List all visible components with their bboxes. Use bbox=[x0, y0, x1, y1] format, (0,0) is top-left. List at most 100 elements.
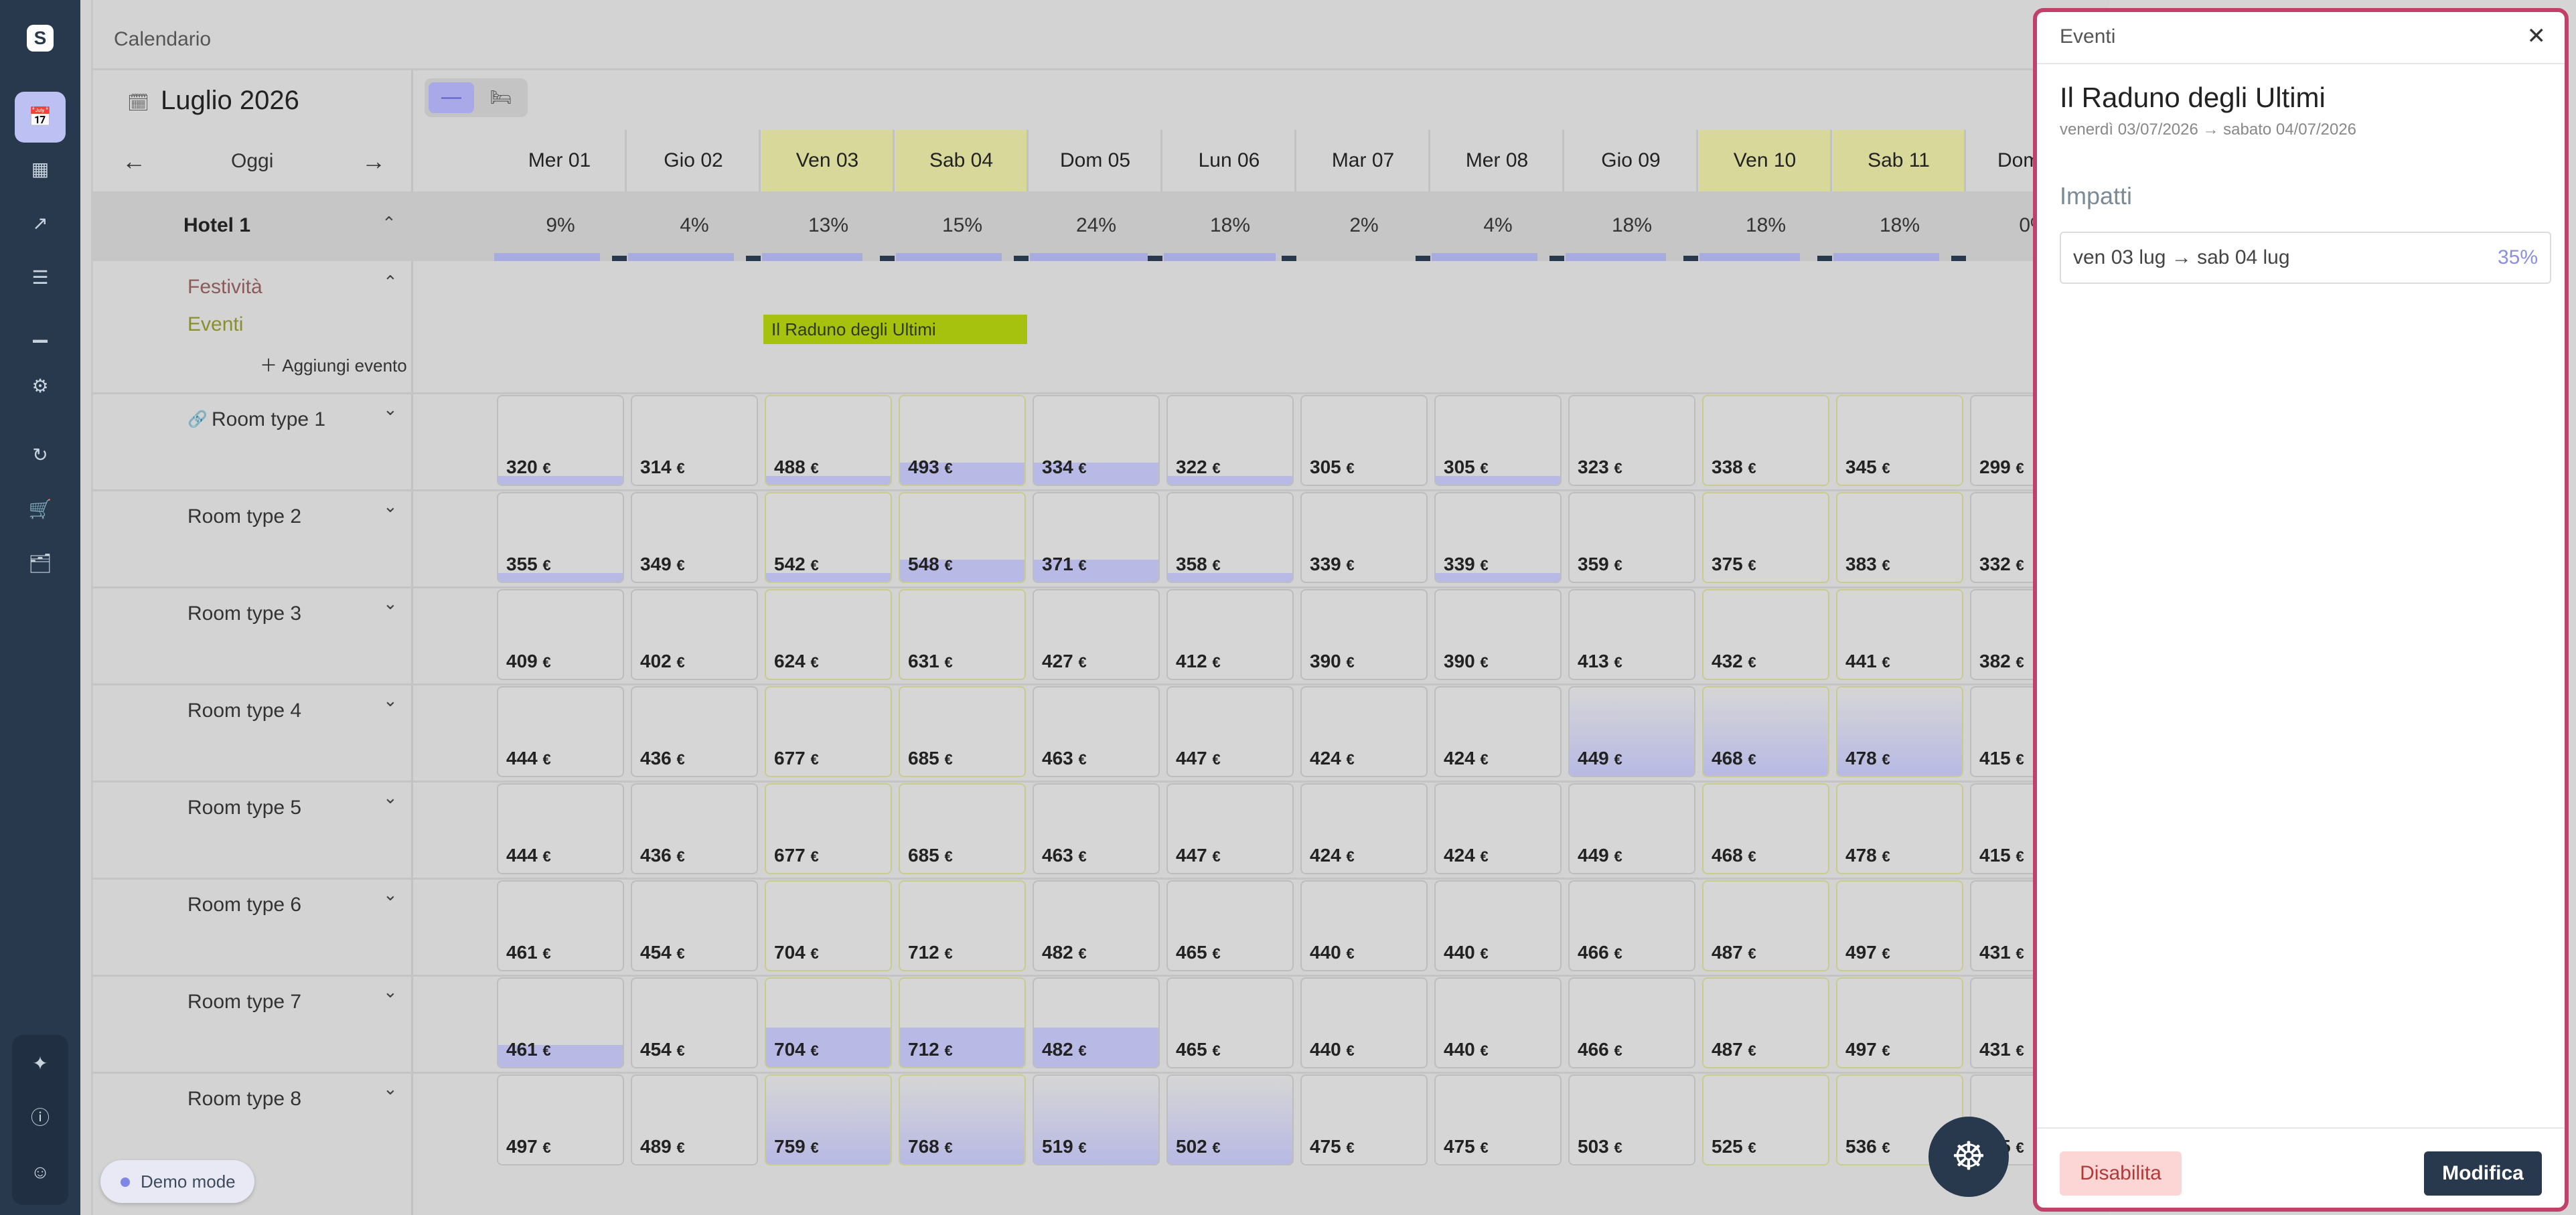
date-header[interactable]: Gio 02 bbox=[628, 130, 761, 191]
settings-icon[interactable]: ⚙ bbox=[27, 373, 54, 400]
rate-cell[interactable]: 355 € bbox=[497, 492, 624, 583]
rate-cell[interactable]: 322 € bbox=[1166, 395, 1294, 486]
rate-cell[interactable]: 468 € bbox=[1702, 783, 1829, 874]
rate-cell[interactable]: 712 € bbox=[899, 977, 1026, 1068]
rate-cell[interactable]: 449 € bbox=[1568, 686, 1695, 777]
rate-cell[interactable]: 497 € bbox=[1836, 880, 1963, 971]
date-header[interactable]: Sab 11 bbox=[1833, 130, 1966, 191]
rate-cell[interactable]: 482 € bbox=[1033, 977, 1160, 1068]
rate-cell[interactable]: 489 € bbox=[631, 1074, 758, 1165]
rate-cell[interactable]: 542 € bbox=[765, 492, 892, 583]
rate-cell[interactable]: 712 € bbox=[899, 880, 1026, 971]
arrow-right-icon[interactable]: → bbox=[362, 147, 386, 175]
sparkle-icon[interactable]: ✦ bbox=[27, 1050, 54, 1077]
close-icon[interactable]: ✕ bbox=[2527, 23, 2547, 50]
rate-cell[interactable]: 454 € bbox=[631, 880, 758, 971]
today-button[interactable]: Oggi bbox=[231, 150, 273, 173]
rate-cell[interactable]: 478 € bbox=[1836, 783, 1963, 874]
date-header[interactable]: Mer 08 bbox=[1432, 130, 1564, 191]
rate-cell[interactable]: 390 € bbox=[1434, 589, 1562, 680]
rate-cell[interactable]: 624 € bbox=[765, 589, 892, 680]
rate-cell[interactable]: 436 € bbox=[631, 783, 758, 874]
rate-cell[interactable]: 305 € bbox=[1300, 395, 1428, 486]
rate-cell[interactable]: 463 € bbox=[1033, 783, 1160, 874]
chevron-down-icon[interactable]: ⌄ bbox=[383, 399, 398, 420]
date-header[interactable]: Lun 06 bbox=[1164, 130, 1296, 191]
rate-cell[interactable]: 449 € bbox=[1568, 783, 1695, 874]
rate-cell[interactable]: 359 € bbox=[1568, 492, 1695, 583]
rate-cell[interactable]: 440 € bbox=[1434, 977, 1562, 1068]
chevron-down-icon[interactable]: ⌄ bbox=[383, 496, 398, 517]
date-header[interactable]: Gio 09 bbox=[1566, 130, 1698, 191]
rate-cell[interactable]: 441 € bbox=[1836, 589, 1963, 680]
chevron-up-icon[interactable]: ⌃ bbox=[383, 272, 398, 293]
rate-cell[interactable]: 383 € bbox=[1836, 492, 1963, 583]
calendar-icon[interactable]: 📅 bbox=[15, 92, 66, 143]
rate-cell[interactable]: 323 € bbox=[1568, 395, 1695, 486]
rate-cell[interactable]: 305 € bbox=[1434, 395, 1562, 486]
rate-cell[interactable]: 371 € bbox=[1033, 492, 1160, 583]
rate-cell[interactable]: 412 € bbox=[1166, 589, 1294, 680]
rate-cell[interactable]: 768 € bbox=[899, 1074, 1026, 1165]
rate-cell[interactable]: 334 € bbox=[1033, 395, 1160, 486]
rate-cell[interactable]: 487 € bbox=[1702, 977, 1829, 1068]
rate-cell[interactable]: 424 € bbox=[1300, 686, 1428, 777]
rate-cell[interactable]: 447 € bbox=[1166, 783, 1294, 874]
bar-chart-icon[interactable]: ▁ bbox=[27, 319, 54, 345]
rate-cell[interactable]: 677 € bbox=[765, 783, 892, 874]
rate-cell[interactable]: 413 € bbox=[1568, 589, 1695, 680]
edit-button[interactable]: Modifica bbox=[2424, 1151, 2542, 1196]
sync-icon[interactable]: ↻ bbox=[27, 442, 54, 469]
date-header[interactable]: Ven 03 bbox=[762, 130, 895, 191]
rate-cell[interactable]: 402 € bbox=[631, 589, 758, 680]
date-header[interactable]: Mer 01 bbox=[494, 130, 627, 191]
rate-cell[interactable]: 497 € bbox=[497, 1074, 624, 1165]
rate-cell[interactable]: 358 € bbox=[1166, 492, 1294, 583]
user-icon[interactable]: ☺ bbox=[27, 1159, 54, 1186]
disable-button[interactable]: Disabilita bbox=[2060, 1151, 2182, 1196]
rate-cell[interactable]: 447 € bbox=[1166, 686, 1294, 777]
rate-cell[interactable]: 503 € bbox=[1568, 1074, 1695, 1165]
rate-cell[interactable]: 444 € bbox=[497, 686, 624, 777]
rate-cell[interactable]: 487 € bbox=[1702, 880, 1829, 971]
chevron-down-icon[interactable]: ⌄ bbox=[383, 593, 398, 614]
rate-cell[interactable]: 339 € bbox=[1434, 492, 1562, 583]
rate-cell[interactable]: 436 € bbox=[631, 686, 758, 777]
rate-cell[interactable]: 424 € bbox=[1434, 686, 1562, 777]
rate-cell[interactable]: 466 € bbox=[1568, 880, 1695, 971]
rate-cell[interactable]: 519 € bbox=[1033, 1074, 1160, 1165]
rate-cell[interactable]: 339 € bbox=[1300, 492, 1428, 583]
rate-cell[interactable]: 463 € bbox=[1033, 686, 1160, 777]
rate-cell[interactable]: 338 € bbox=[1702, 395, 1829, 486]
rate-cell[interactable]: 525 € bbox=[1702, 1074, 1829, 1165]
rate-cell[interactable]: 759 € bbox=[765, 1074, 892, 1165]
rate-cell[interactable]: 475 € bbox=[1300, 1074, 1428, 1165]
rate-cell[interactable]: 493 € bbox=[899, 395, 1026, 486]
chevron-down-icon[interactable]: ⌄ bbox=[383, 1078, 398, 1099]
rate-cell[interactable]: 502 € bbox=[1166, 1074, 1294, 1165]
rate-cell[interactable]: 427 € bbox=[1033, 589, 1160, 680]
rate-cell[interactable]: 631 € bbox=[899, 589, 1026, 680]
compact-view-button[interactable]: — bbox=[429, 82, 474, 113]
date-header[interactable]: Ven 10 bbox=[1699, 130, 1832, 191]
rate-cell[interactable]: 677 € bbox=[765, 686, 892, 777]
rate-cell[interactable]: 685 € bbox=[899, 686, 1026, 777]
rate-cell[interactable]: 465 € bbox=[1166, 977, 1294, 1068]
rate-cell[interactable]: 685 € bbox=[899, 783, 1026, 874]
info-icon[interactable]: ⓘ bbox=[27, 1105, 54, 1131]
bed-view-button[interactable]: 🛏 bbox=[478, 82, 524, 113]
demo-mode-badge[interactable]: Demo mode bbox=[100, 1160, 254, 1203]
rate-cell[interactable]: 424 € bbox=[1434, 783, 1562, 874]
rate-cell[interactable]: 424 € bbox=[1300, 783, 1428, 874]
cart-icon[interactable]: 🛒 bbox=[27, 496, 54, 523]
rate-cell[interactable]: 548 € bbox=[899, 492, 1026, 583]
rate-cell[interactable]: 475 € bbox=[1434, 1074, 1562, 1165]
rate-cell[interactable]: 465 € bbox=[1166, 880, 1294, 971]
sliders-icon[interactable]: ☰ bbox=[27, 264, 54, 291]
rate-cell[interactable]: 466 € bbox=[1568, 977, 1695, 1068]
date-header[interactable]: Sab 04 bbox=[896, 130, 1029, 191]
rate-cell[interactable]: 488 € bbox=[765, 395, 892, 486]
app-logo[interactable]: S bbox=[27, 25, 54, 52]
rate-cell[interactable]: 444 € bbox=[497, 783, 624, 874]
rate-cell[interactable]: 704 € bbox=[765, 977, 892, 1068]
